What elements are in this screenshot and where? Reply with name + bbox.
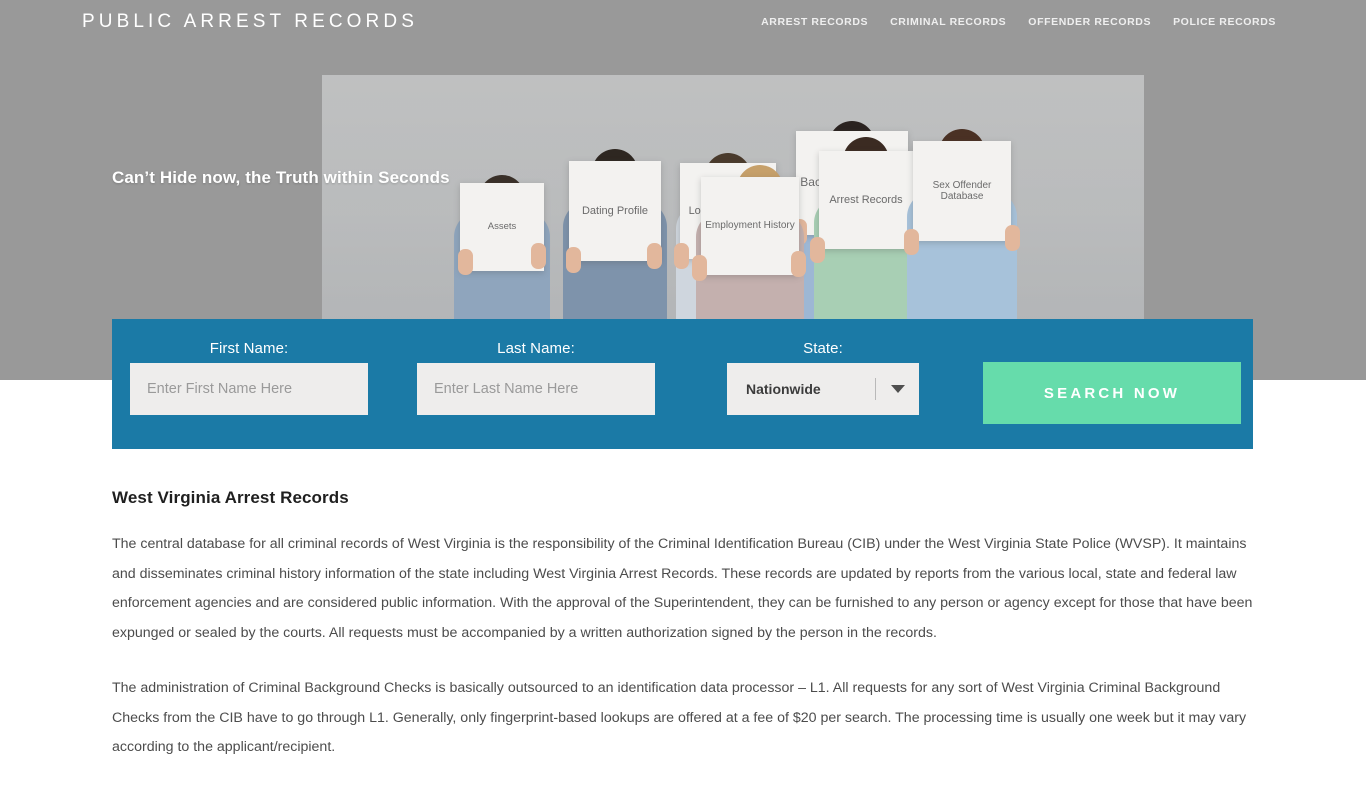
nav-item-offender-records[interactable]: OFFENDER RECORDS — [1028, 16, 1151, 28]
nav-item-police-records[interactable]: POLICE RECORDS — [1173, 16, 1276, 28]
hero-person: Sex Offender Database — [902, 113, 1022, 321]
hero-photo: Assets Dating Profile Locati — [322, 75, 1144, 321]
select-divider — [875, 378, 876, 400]
person-hand — [791, 251, 806, 277]
person-hand — [692, 255, 707, 281]
hero-sign-label: Sex Offender Database — [932, 179, 992, 202]
person-hand — [566, 247, 581, 273]
state-label: State: — [803, 340, 843, 357]
hero-person: Employment History — [690, 125, 810, 321]
person-hand — [458, 249, 473, 275]
state-select[interactable]: Nationwide — [727, 363, 919, 415]
site-logo[interactable]: PUBLIC ARREST RECORDS — [82, 11, 418, 33]
hero-person: Assets — [452, 131, 552, 321]
article-paragraph-2: The administration of Criminal Backgroun… — [112, 680, 1247, 755]
person-hand — [810, 237, 825, 263]
person-hand — [647, 243, 662, 269]
hero-sign-label: Employment History — [705, 220, 795, 232]
site-header: PUBLIC ARREST RECORDS ARREST RECORDS CRI… — [0, 0, 1366, 44]
hero-person: Dating Profile — [560, 121, 670, 321]
page-title: West Virginia Arrest Records — [112, 488, 349, 507]
search-now-button[interactable]: SEARCH NOW — [983, 362, 1241, 424]
article-section: West Virginia Arrest Records The central… — [112, 488, 1254, 789]
article-paragraph-1: The central database for all criminal re… — [112, 536, 1253, 641]
hero-tagline: Can’t Hide now, the Truth within Seconds — [112, 168, 450, 187]
hero-sign-label: Assets — [487, 220, 517, 232]
hero-sign: Employment History — [701, 177, 799, 275]
state-select-value: Nationwide — [746, 381, 821, 397]
search-form: First Name: Last Name: State: Nationwide… — [112, 319, 1253, 449]
state-group: State: Nationwide — [727, 319, 919, 415]
nav-item-arrest-records[interactable]: ARREST RECORDS — [761, 16, 868, 28]
first-name-input[interactable] — [130, 363, 368, 415]
first-name-group: First Name: — [130, 319, 368, 415]
hero-photo-image: Assets Dating Profile Locati — [322, 75, 1144, 321]
hero-sign-label: Dating Profile — [581, 204, 649, 217]
chevron-down-icon — [891, 385, 905, 393]
person-hand — [904, 229, 919, 255]
hero-sign-label: Arrest Records — [829, 193, 903, 206]
first-name-label: First Name: — [209, 340, 289, 357]
person-hand — [531, 243, 546, 269]
main-navigation: ARREST RECORDS CRIMINAL RECORDS OFFENDER… — [761, 16, 1276, 28]
hero-sign: Arrest Records — [819, 151, 913, 249]
nav-item-criminal-records[interactable]: CRIMINAL RECORDS — [890, 16, 1006, 28]
last-name-label: Last Name: — [497, 340, 575, 357]
last-name-input[interactable] — [417, 363, 655, 415]
last-name-group: Last Name: — [417, 319, 655, 415]
person-hand — [674, 243, 689, 269]
person-hand — [1005, 225, 1020, 251]
hero-sign: Sex Offender Database — [913, 141, 1011, 241]
